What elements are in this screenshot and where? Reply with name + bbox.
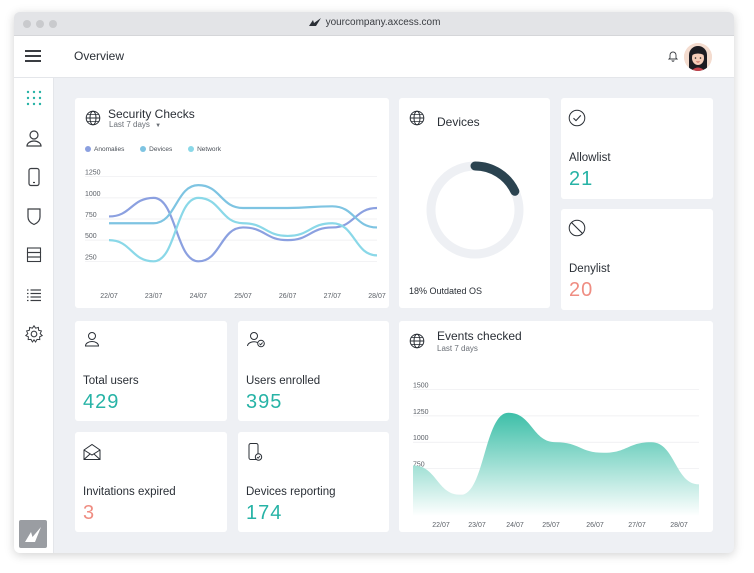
x-tick-label: 27/07 [324,293,342,300]
mobile-check-icon [248,443,263,461]
x-tick-label: 24/07 [506,522,524,529]
users-enrolled-value: 395 [246,391,283,413]
browser-window: yourcompany.axcess.com Overview Security… [14,12,734,553]
total-users-value: 429 [83,391,120,413]
denylist-card[interactable]: Denylist 20 [561,209,713,310]
outdated-os-caption: 18% Outdated OS [409,286,483,296]
events-checked-period: Last 7 days [437,344,478,353]
x-tick-label: 23/07 [145,293,163,300]
caret-down-icon: ▼ [155,123,162,129]
brand-logo-icon [308,18,321,26]
globe-icon [409,110,425,126]
total-users-card[interactable]: Total users 429 [75,321,227,421]
period-label: Last 7 days [109,120,150,129]
y-tick-label: 1000 [413,435,429,442]
donut-outdated-slice [470,161,520,196]
events-checked-card: Events checked Last 7 days 5007501000125… [399,321,713,532]
invitations-expired-label: Invitations expired [83,486,176,498]
x-tick-label: 22/07 [100,293,118,300]
security-checks-chart: 250 500 750 1000 1250 22/07 23/07 24/07 25/07 26/… [85,170,386,300]
x-tick-label: 25/07 [542,522,560,529]
x-tick-label: 26/07 [279,293,297,300]
x-tick-label: 24/07 [190,293,208,300]
devices-donut-chart [426,161,524,259]
x-tick-label: 28/07 [670,522,688,529]
denylist-value: 20 [569,279,594,301]
x-tick-label: 25/07 [234,293,252,300]
events-checked-chart: 50075010001250150022/0723/0724/0725/0726… [413,383,699,529]
x-tick-label: 23/07 [468,522,486,529]
hamburger-menu-icon[interactable] [25,50,41,62]
brand-logo [19,520,47,548]
user-check-icon [247,332,265,348]
y-tick-label: 500 [85,233,97,240]
devices-reporting-label: Devices reporting [246,486,336,498]
devices-reporting-card[interactable]: Devices reporting 174 [238,432,389,532]
sidebar [14,78,54,553]
gear-icon[interactable] [24,324,44,344]
top-header: Overview [14,36,734,78]
legend-network: Network [188,146,221,153]
user-icon [84,332,100,347]
page-title: Overview [74,49,125,63]
shield-icon[interactable] [24,206,44,226]
mobile-device-icon[interactable] [24,167,44,187]
users-enrolled-card[interactable]: Users enrolled 395 [238,321,389,421]
devices-reporting-value: 174 [246,502,283,524]
allowlist-value: 21 [569,168,594,190]
list-icon[interactable] [24,285,44,305]
legend-anomalies: Anomalies [85,146,124,153]
dashboard-grid-icon[interactable] [24,88,44,108]
x-tick-label: 26/07 [586,522,604,529]
total-users-label: Total users [83,375,139,387]
user-icon[interactable] [24,128,44,148]
x-tick-label: 22/07 [432,522,450,529]
devices-card: Devices 18% Outdated OS [399,98,550,308]
events-checked-title: Events checked [437,329,522,343]
y-tick-label: 1250 [85,170,101,177]
check-circle-icon [568,109,586,127]
x-tick-label: 27/07 [628,522,646,529]
events-area [413,412,699,516]
avatar[interactable] [684,43,712,71]
y-tick-label: 1500 [413,383,429,390]
security-checks-card: Security Checks Last 7 days ▼ Anomalies … [75,98,389,308]
server-icon[interactable] [24,245,44,265]
users-enrolled-label: Users enrolled [246,375,321,387]
globe-icon [85,110,101,126]
address-bar[interactable]: yourcompany.axcess.com [14,17,734,28]
bell-icon[interactable] [668,50,678,62]
block-icon [568,219,586,237]
title-bar: yourcompany.axcess.com [14,12,734,36]
envelope-open-icon [83,443,101,460]
security-checks-title: Security Checks [108,107,195,121]
avatar-icon [684,43,712,71]
invitations-expired-card[interactable]: Invitations expired 3 [75,432,227,532]
legend-devices: Devices [140,146,172,153]
y-tick-label: 250 [85,254,97,261]
x-tick-label: 28/07 [368,293,386,300]
allowlist-card[interactable]: Allowlist 21 [561,98,713,199]
y-tick-label: 1250 [413,409,429,416]
denylist-label: Denylist [569,263,610,275]
allowlist-label: Allowlist [569,152,611,164]
globe-icon [409,333,425,349]
devices-title: Devices [437,115,480,129]
invitations-expired-value: 3 [83,502,96,524]
y-tick-label: 1000 [85,191,101,198]
series-line-devices [109,184,378,229]
address-text: yourcompany.axcess.com [325,17,441,28]
brand-logo-icon [25,527,41,542]
security-checks-period-dropdown[interactable]: Last 7 days ▼ [109,120,161,129]
chart-legend: Anomalies Devices Network [85,146,235,153]
y-tick-label: 750 [85,212,97,219]
